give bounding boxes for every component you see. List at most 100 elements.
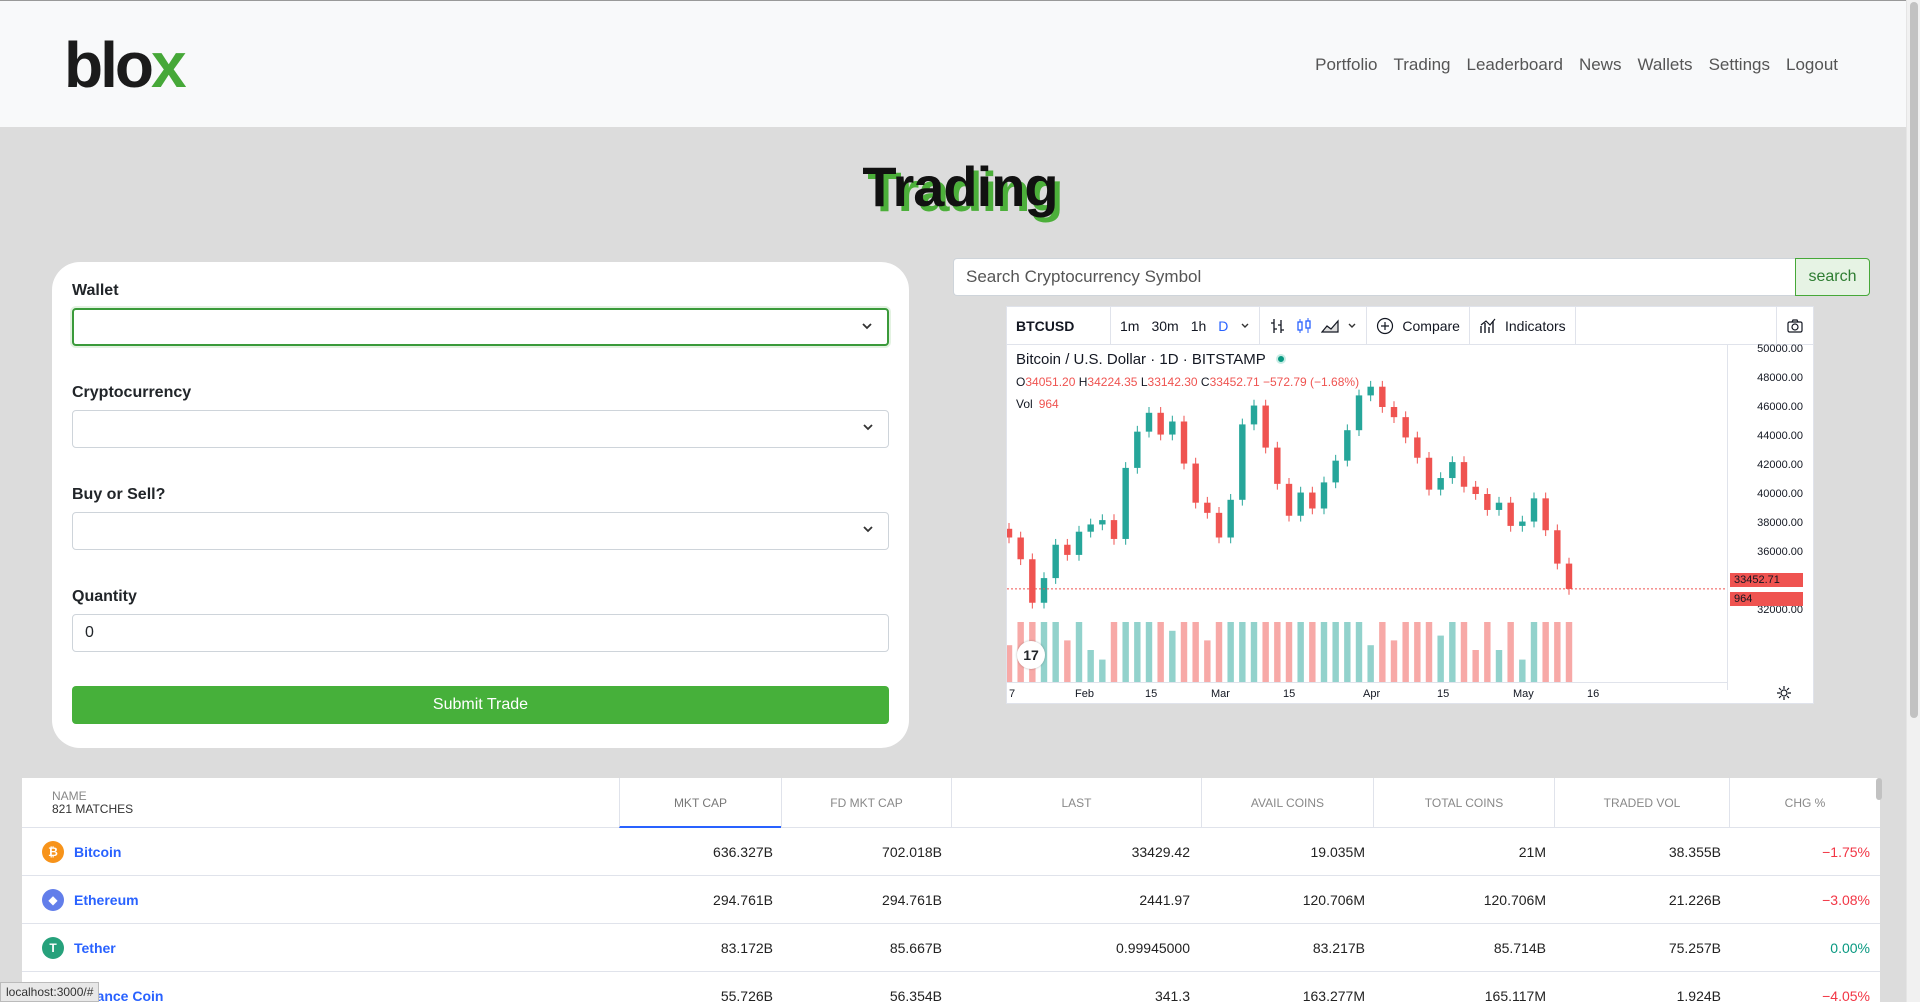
volume-bar (1087, 650, 1094, 682)
volume-bar (1204, 640, 1211, 682)
chart-symbol[interactable]: BTCUSD (1007, 306, 1111, 345)
candle-body (1320, 482, 1328, 509)
volume-bar (1484, 622, 1491, 682)
table-cell: 85.714B (1493, 940, 1546, 956)
camera-icon (1787, 318, 1803, 333)
time-tick-label: 15 (1145, 688, 1158, 700)
tradingview-logo[interactable]: 17 (1017, 641, 1045, 669)
table-scrollbar[interactable] (1876, 778, 1882, 800)
table-cell: 2441.97 (1139, 892, 1190, 908)
side-label: Buy or Sell? (72, 486, 166, 503)
wallet-group: Wallet (72, 282, 889, 346)
table-cell: 163.277M (1302, 988, 1365, 1002)
table-cell: 83.217B (1312, 940, 1365, 956)
coin-name-link[interactable]: Ethereum (74, 892, 139, 908)
table-row[interactable]: T Tether 83.172B 85.667B 0.99945000 83.217B 85… (22, 924, 1880, 972)
nav-portfolio[interactable]: Portfolio (1315, 53, 1377, 77)
col-traded-vol[interactable]: TRADED VOL (1554, 778, 1729, 828)
volume-bar (1110, 622, 1118, 682)
buy-sell-select[interactable] (72, 512, 889, 550)
nav-leaderboard[interactable]: Leaderboard (1467, 53, 1563, 77)
nav-settings[interactable]: Settings (1709, 53, 1770, 77)
col-avail-coins[interactable]: AVAIL COINS (1201, 778, 1373, 828)
volume-bar (1367, 645, 1374, 682)
table-cell: −1.75% (1822, 844, 1870, 860)
nav-logout[interactable]: Logout (1786, 53, 1838, 77)
interval-30m[interactable]: 30m (1151, 318, 1178, 334)
page-scrollbar-thumb[interactable] (1910, 2, 1918, 718)
price-tick-label: 36000.00 (1757, 546, 1803, 558)
settings-gear-icon[interactable] (1777, 686, 1791, 700)
compare-button[interactable]: Compare (1367, 306, 1470, 345)
chart-volume-legend: Vol 964 (1016, 397, 1059, 411)
search-button[interactable]: search (1795, 258, 1870, 296)
bar-chart-icon[interactable] (1269, 317, 1287, 335)
table-row[interactable]: ₿ Bitcoin 636.327B 702.018B 33429.42 19.035M 2… (22, 828, 1880, 876)
table-cell: 1.924B (1676, 988, 1721, 1002)
table-cell: −4.05% (1822, 988, 1870, 1002)
candles-icon[interactable] (1295, 317, 1313, 335)
nav-wallets[interactable]: Wallets (1637, 53, 1692, 77)
volume-bar (1344, 622, 1351, 682)
wallet-select[interactable] (72, 308, 889, 346)
time-tick-label: 16 (1587, 688, 1600, 700)
candle-body (1075, 531, 1083, 555)
brand-logo[interactable]: blox (64, 27, 187, 103)
col-mkt-cap[interactable]: MKT CAP (619, 778, 781, 828)
cryptocurrency-select[interactable] (72, 410, 889, 448)
volume-bar (1075, 622, 1083, 682)
coin-name-link[interactable]: Tether (74, 940, 116, 956)
nav-news[interactable]: News (1579, 53, 1622, 77)
volume-bar (1064, 640, 1071, 682)
col-last[interactable]: LAST (951, 778, 1201, 828)
candle-body (1145, 412, 1153, 432)
col-name[interactable]: NAME 821 MATCHES (22, 778, 619, 828)
volume-bar (1507, 622, 1514, 682)
plus-circle-icon (1377, 317, 1394, 334)
page-scrollbar[interactable] (1906, 0, 1920, 1002)
candle-body (1297, 492, 1304, 516)
candle-body (1554, 530, 1561, 564)
nav-trading[interactable]: Trading (1394, 53, 1451, 77)
time-tick-label: Feb (1075, 688, 1094, 700)
submit-trade-button[interactable]: Submit Trade (72, 686, 889, 724)
table-row[interactable]: ◆ Ethereum 294.761B 294.761B 2441.97 120.706M… (22, 876, 1880, 924)
coin-name-link[interactable]: Bitcoin (74, 844, 121, 860)
table-cell: 21M (1518, 844, 1546, 860)
candle-body (1017, 537, 1024, 560)
side-group: Buy or Sell? (72, 486, 889, 550)
time-axis[interactable]: 7 Feb 15 Mar 15 Apr 15 May 16 (1007, 682, 1727, 704)
interval-d[interactable]: D (1218, 318, 1228, 334)
col-total-coins[interactable]: TOTAL COINS (1373, 778, 1554, 828)
volume-bar (1355, 622, 1363, 682)
candlestick-plot[interactable] (1007, 345, 1727, 682)
candle-body (1332, 460, 1339, 483)
area-chart-icon[interactable] (1321, 317, 1339, 335)
price-axis[interactable]: 50000.00 48000.00 46000.00 44000.00 42000.00… (1727, 343, 1813, 690)
crypto-screener-table: NAME 821 MATCHES MKT CAP FD MKT CAP LAST … (22, 778, 1880, 1002)
quantity-input[interactable]: 0 (72, 614, 889, 652)
indicators-button[interactable]: Indicators (1470, 306, 1576, 345)
snapshot-button[interactable] (1776, 306, 1813, 345)
volume-bar (1099, 659, 1106, 682)
volume-bar (1157, 622, 1164, 682)
time-tick-label: Apr (1363, 688, 1381, 700)
price-chart-widget[interactable]: BTCUSD 1m 30m 1h D Compare Indicators Bi… (1006, 306, 1814, 704)
candle-body (1239, 424, 1246, 500)
symbol-search-input[interactable]: Search Cryptocurrency Symbol (953, 258, 1795, 296)
chevron-down-icon[interactable] (1240, 321, 1250, 331)
chart-style-group (1260, 306, 1368, 345)
candle-body (1064, 544, 1071, 555)
candle-body (1274, 447, 1281, 484)
candle-body (1309, 492, 1316, 509)
interval-1m[interactable]: 1m (1120, 318, 1139, 334)
candle-body (1029, 559, 1036, 603)
col-chg[interactable]: CHG % (1729, 778, 1880, 828)
col-fd-mkt-cap[interactable]: FD MKT CAP (781, 778, 951, 828)
volume-bar (1309, 622, 1316, 682)
chevron-down-icon[interactable] (1347, 321, 1357, 331)
volume-bar (1192, 622, 1199, 682)
interval-1h[interactable]: 1h (1191, 318, 1207, 334)
table-row[interactable]: BBinance Coin55.726B56.354B341.3163.277M… (22, 972, 1880, 1002)
table-cell: 56.354B (889, 988, 942, 1002)
